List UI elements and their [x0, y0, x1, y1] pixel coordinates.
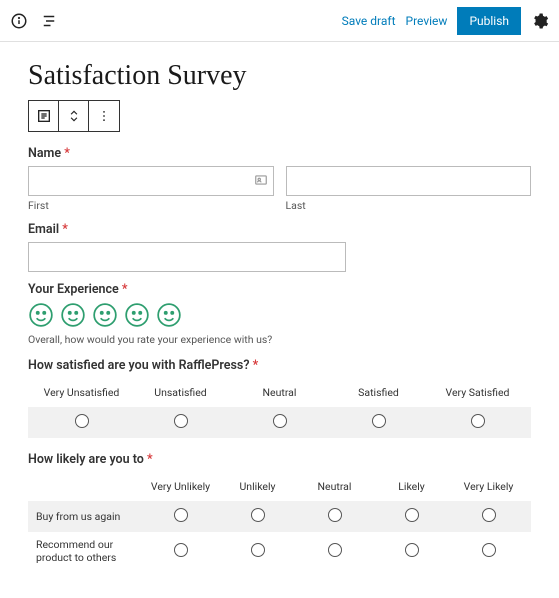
scale-label: Very Likely — [450, 480, 527, 493]
row-label: Recommend our product to others — [32, 538, 142, 564]
radio-option[interactable] — [405, 543, 419, 557]
experience-field: Your Experience * Overall, how would you… — [28, 282, 531, 346]
radio-option[interactable] — [405, 508, 419, 522]
first-name-input[interactable] — [28, 166, 274, 196]
experience-label: Your Experience * — [28, 282, 531, 297]
scale-label: Very Satisfied — [428, 386, 527, 399]
last-name-input[interactable] — [286, 166, 532, 196]
outline-icon[interactable] — [40, 12, 58, 30]
scale-label: Satisfied — [329, 386, 428, 399]
name-field: Name * First Last — [28, 146, 531, 212]
more-options-icon[interactable] — [89, 101, 119, 131]
info-icon[interactable] — [10, 12, 28, 30]
page-title[interactable]: Satisfaction Survey — [28, 60, 531, 92]
name-label: Name * — [28, 146, 531, 161]
scale-label: Neutral — [296, 480, 373, 493]
radio-option[interactable] — [251, 508, 265, 522]
editor-topbar: Save draft Preview Publish — [0, 0, 559, 42]
scale-label: Neutral — [230, 386, 329, 399]
radio-option[interactable] — [482, 508, 496, 522]
radio-option[interactable] — [174, 414, 188, 428]
smiley-rating-5[interactable] — [156, 302, 182, 328]
required-asterisk: * — [62, 222, 68, 237]
satisfaction-field: How satisfied are you with RafflePress? … — [28, 358, 531, 438]
email-label: Email * — [28, 222, 531, 237]
first-name-sublabel: First — [28, 199, 274, 212]
satisfaction-row — [28, 407, 531, 438]
likelihood-label: How likely are you to * — [28, 452, 531, 467]
satisfaction-scale-header: Very Unsatisfied Unsatisfied Neutral Sat… — [28, 378, 531, 407]
last-name-sublabel: Last — [286, 199, 532, 212]
scale-label: Unsatisfied — [131, 386, 230, 399]
scale-label: Very Unlikely — [142, 480, 219, 493]
scale-label: Unlikely — [219, 480, 296, 493]
radio-option[interactable] — [471, 414, 485, 428]
required-asterisk: * — [253, 358, 259, 373]
required-asterisk: * — [122, 282, 128, 297]
contact-card-icon[interactable] — [254, 173, 268, 187]
required-asterisk: * — [147, 452, 153, 467]
block-toolbar — [28, 100, 120, 132]
row-label: Buy from us again — [32, 510, 142, 523]
likelihood-row: Buy from us again — [28, 501, 531, 532]
radio-option[interactable] — [75, 414, 89, 428]
email-input[interactable] — [28, 242, 346, 272]
scale-label: Very Unsatisfied — [32, 386, 131, 399]
likelihood-field: How likely are you to * Very Unlikely Un… — [28, 452, 531, 570]
smiley-rating-4[interactable] — [124, 302, 150, 328]
smiley-rating-2[interactable] — [60, 302, 86, 328]
settings-gear-icon[interactable] — [531, 12, 549, 30]
radio-option[interactable] — [273, 414, 287, 428]
required-asterisk: * — [64, 146, 70, 161]
likelihood-row: Recommend our product to others — [28, 532, 531, 570]
save-draft-link[interactable]: Save draft — [342, 14, 396, 28]
radio-option[interactable] — [174, 508, 188, 522]
experience-help-text: Overall, how would you rate your experie… — [28, 333, 531, 346]
block-type-icon[interactable] — [29, 101, 59, 131]
smiley-rating-3[interactable] — [92, 302, 118, 328]
radio-option[interactable] — [372, 414, 386, 428]
radio-option[interactable] — [251, 543, 265, 557]
email-field: Email * — [28, 222, 531, 272]
publish-button[interactable]: Publish — [457, 7, 521, 35]
radio-option[interactable] — [174, 543, 188, 557]
radio-option[interactable] — [328, 508, 342, 522]
smiley-rating-1[interactable] — [28, 302, 54, 328]
preview-link[interactable]: Preview — [406, 14, 448, 28]
likelihood-scale-header: Very Unlikely Unlikely Neutral Likely Ve… — [28, 472, 531, 501]
scale-label: Likely — [373, 480, 450, 493]
move-handle-icon[interactable] — [59, 101, 89, 131]
editor-content: Satisfaction Survey Name * First Last — [0, 42, 559, 598]
radio-option[interactable] — [482, 543, 496, 557]
radio-option[interactable] — [328, 543, 342, 557]
satisfaction-label: How satisfied are you with RafflePress? … — [28, 358, 531, 373]
